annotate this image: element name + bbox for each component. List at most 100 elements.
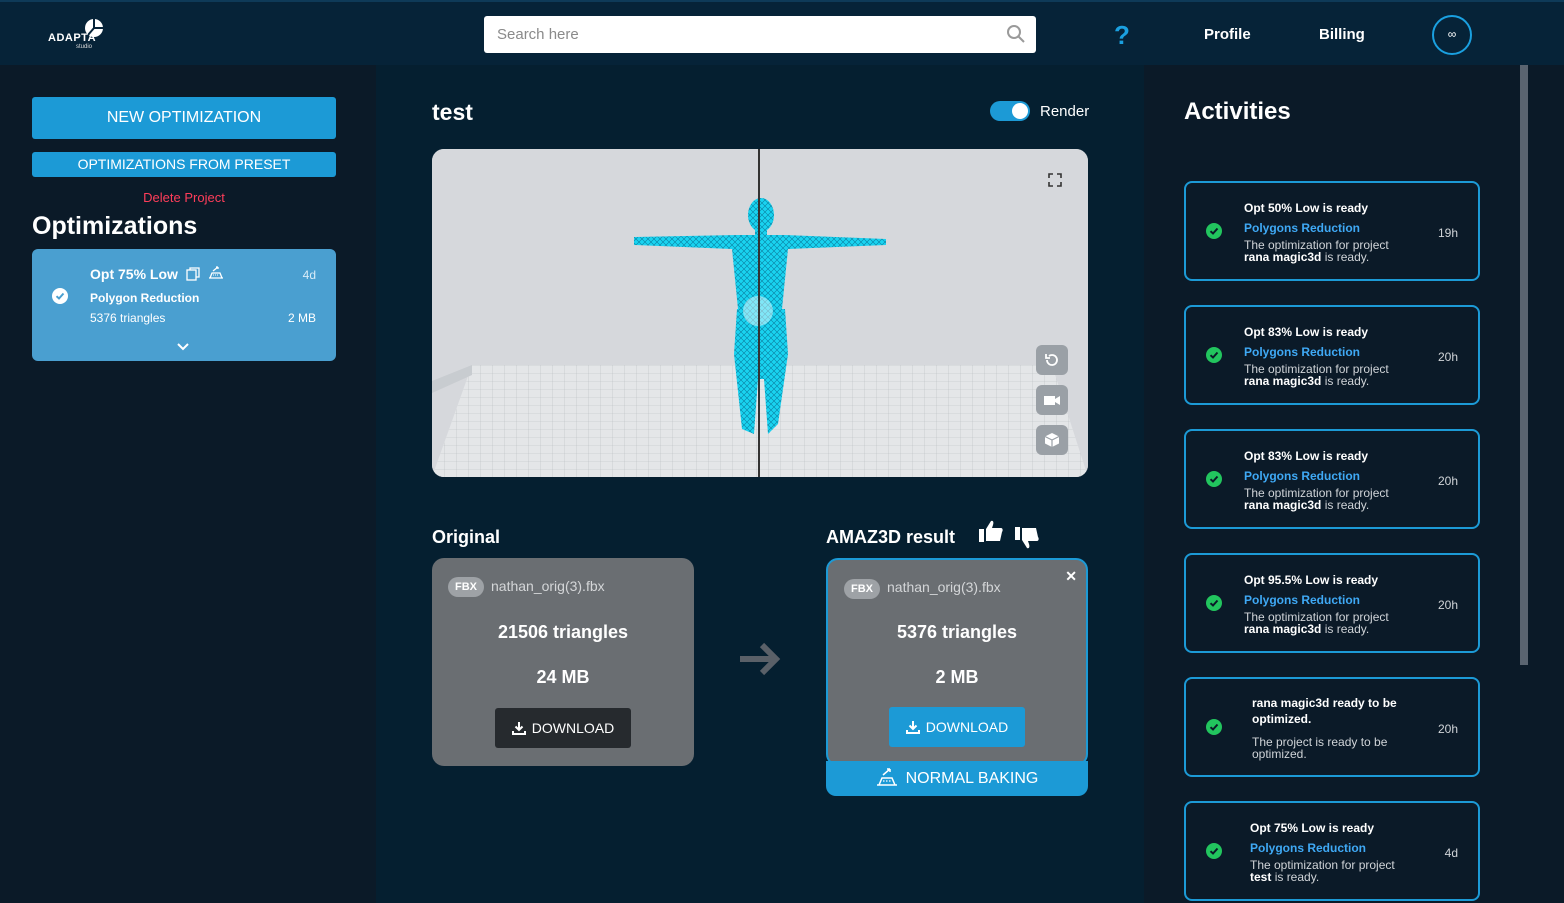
download-icon [905,721,920,734]
logo[interactable]: ADAPTA studio [46,18,108,54]
thumbs-down-icon[interactable] [1014,525,1040,551]
close-icon[interactable]: ✕ [1065,568,1077,585]
result-heading: AMAZ3D result [826,527,956,547]
avatar[interactable]: ∞ [1432,15,1472,55]
activity-description: The optimization for project rana magic3d… [1244,486,1389,512]
render-label: Render [1040,103,1090,120]
activity-age: 4d [1444,846,1458,860]
optimization-age: 4d [302,268,316,282]
optimization-triangles: 5376 triangles [90,311,166,325]
check-circle-icon [1206,347,1222,363]
original-heading: Original [432,527,501,547]
camera-button[interactable] [1036,385,1068,415]
activity-subtitle: Polygons Reduction [1250,841,1367,855]
result-download-button[interactable]: DOWNLOAD [889,707,1025,747]
optimization-type: Polygon Reduction [90,291,200,305]
main-panel: test Render Original AMAZ3D result FBX n… [376,65,1144,903]
new-optimization-button[interactable]: NEW OPTIMIZATION [32,97,336,139]
activity-title: Opt 75% Low is ready [1250,821,1375,835]
optimization-card[interactable]: Opt 75% Low 4d Polygon Reduction 5376 tr… [32,249,336,361]
viewer-scene [432,149,1088,477]
activity-item[interactable]: Opt 83% Low is ready Polygons Reduction … [1184,305,1480,405]
activities-heading: Activities [1184,98,1291,125]
check-circle-icon [1206,719,1222,735]
activity-age: 20h [1437,474,1458,488]
activity-subtitle: Polygons Reduction [1244,593,1361,607]
activity-age: 20h [1437,722,1458,736]
normal-baking-label: NORMAL BAKING [905,770,1039,787]
logo-subtext: studio [76,44,93,50]
optimizations-heading: Optimizations [32,212,198,240]
video-camera-icon [1044,396,1060,405]
check-circle-icon [1206,595,1222,611]
logo-text: ADAPTA [48,32,97,44]
profile-link[interactable]: Profile [1204,26,1251,43]
original-file-card: FBX nathan_orig(3).fbx 21506 triangles 2… [432,558,694,766]
activity-description: The project is ready to be optimized. [1252,735,1388,761]
activity-subtitle: Polygons Reduction [1244,469,1361,483]
toggle-knob [1012,103,1028,119]
result-download-label: DOWNLOAD [925,719,1009,735]
activity-item[interactable]: Opt 50% Low is ready Polygons Reduction … [1184,181,1480,281]
sidebar: NEW OPTIMIZATION OPTIMIZATIONS FROM PRES… [0,65,376,903]
3d-viewer[interactable] [432,149,1088,477]
result-triangles: 5376 triangles [896,622,1018,642]
search-input[interactable]: Search here [484,16,1036,53]
activity-subtitle: Polygons Reduction [1244,345,1361,359]
copy-icon[interactable] [186,267,200,281]
activity-age: 19h [1437,226,1458,240]
activities-panel: Activities Opt 50% Low is ready Polygons… [1144,65,1564,903]
activity-item[interactable]: rana magic3d ready to be optimized. The … [1184,677,1480,777]
original-file-name: nathan_orig(3).fbx [491,578,605,594]
scrollbar[interactable] [1520,65,1528,665]
fbx-badge: FBX [448,577,484,597]
check-circle-icon [1206,843,1222,859]
original-download-label: DOWNLOAD [531,720,615,736]
activity-title: rana magic3d ready to be optimized. [1252,696,1397,726]
search-placeholder: Search here [497,26,579,43]
cube-view-button[interactable] [1036,425,1068,455]
optimization-size: 2 MB [287,311,316,325]
activity-title: Opt 83% Low is ready [1244,325,1369,339]
chevron-down-icon[interactable] [176,342,190,352]
result-size: 2 MB [935,667,979,687]
activity-item[interactable]: Opt 75% Low is ready Polygons Reduction … [1184,801,1480,901]
activity-description: The optimization for project rana magic3d… [1244,610,1389,636]
fullscreen-icon[interactable] [1048,173,1062,187]
page-title: test [432,99,473,125]
cube-icon [1044,433,1060,447]
activity-item[interactable]: Opt 95.5% Low is ready Polygons Reductio… [1184,553,1480,653]
baking-icon[interactable] [208,264,224,280]
activity-title: Opt 83% Low is ready [1244,449,1369,463]
activity-item[interactable]: Opt 83% Low is ready Polygons Reduction … [1184,429,1480,529]
download-icon [511,722,526,735]
activity-age: 20h [1437,598,1458,612]
check-circle-icon [1206,471,1222,487]
original-size: 24 MB [536,667,590,687]
activity-age: 20h [1437,350,1458,364]
check-circle-icon [52,288,68,304]
top-bar: ADAPTA studio Search here ? Profile Bill… [0,0,1564,65]
original-download-button[interactable]: DOWNLOAD [495,708,631,748]
activity-title: Opt 95.5% Low is ready [1244,573,1379,587]
original-triangles: 21506 triangles [497,622,629,642]
check-circle-icon [1206,223,1222,239]
fbx-badge: FBX [844,579,880,599]
activity-description: The optimization for project test is read… [1250,858,1395,884]
optimizations-from-preset-button[interactable]: OPTIMIZATIONS FROM PRESET [32,152,336,177]
result-file-name: nathan_orig(3).fbx [887,579,1001,595]
thumbs-up-icon[interactable] [978,518,1004,544]
billing-link[interactable]: Billing [1319,26,1365,43]
help-icon[interactable]: ? [1114,20,1130,51]
activity-subtitle: Polygons Reduction [1244,221,1361,235]
delete-project-link[interactable]: Delete Project [0,190,368,205]
normal-baking-button[interactable]: NORMAL BAKING [826,761,1088,796]
reset-view-button[interactable] [1036,345,1068,375]
optimization-name: Opt 75% Low [90,266,178,282]
render-toggle[interactable] [990,101,1030,121]
undo-icon [1045,354,1058,366]
arrow-right-icon [740,642,781,676]
activity-title: Opt 50% Low is ready [1244,201,1369,215]
activity-description: The optimization for project rana magic3d… [1244,238,1389,264]
search-icon[interactable] [1006,24,1026,44]
